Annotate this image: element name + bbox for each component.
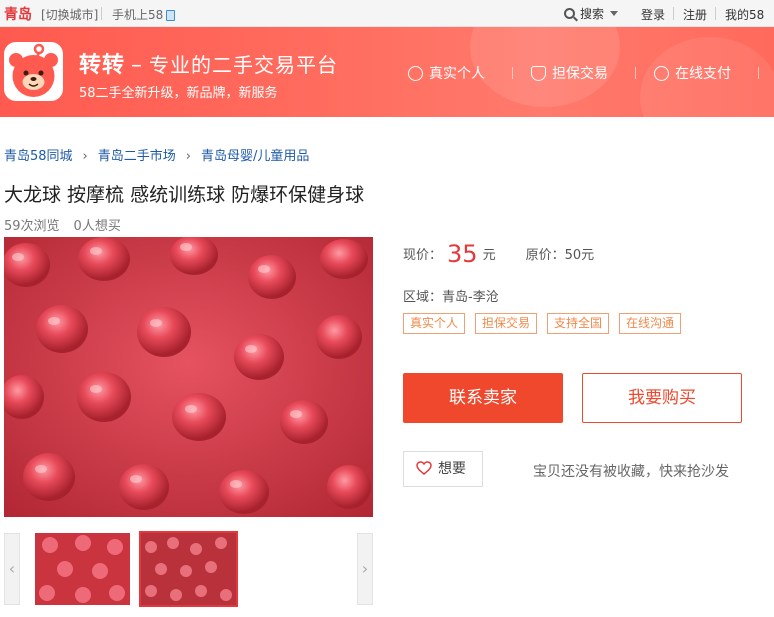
divider [673,7,674,20]
chevron-right-icon: › [185,149,191,164]
login-link[interactable]: 登录 [641,6,665,23]
divider [101,7,102,20]
person-verified-icon [408,66,423,81]
zhuanzhuan-logo[interactable] [4,42,63,101]
thumbnail-selected[interactable] [139,531,238,607]
search-label: 搜索 [580,7,605,21]
contact-seller-button[interactable]: 联系卖家 [403,373,563,423]
register-link[interactable]: 注册 [683,6,707,23]
search-icon [564,8,575,19]
price-row: 现价： 35 元 原价：50元 [403,240,594,268]
tag-nationwide: 支持全国 [547,313,609,334]
brand-headline: 转转 – 专业的二手交易平台 [79,47,338,79]
brand-name: 转转 [79,53,126,78]
price-label: 现价： [403,248,443,263]
feature-online-pay: 在线支付 [654,63,731,83]
divider [758,67,759,79]
zhuanzhuan-banner: 转转 – 专业的二手交易平台 58二手全新升级，新品牌，新服务 真实个人 担保交易 … [0,27,774,117]
want-button[interactable]: 想要 [403,451,483,487]
want-count: 0人想买 [73,219,121,234]
favorite-note: 宝贝还没有被收藏，快来抢沙发 [533,464,729,480]
buy-button[interactable]: 我要购买 [582,373,742,423]
product-main-image[interactable] [4,237,373,517]
divider [635,67,636,79]
brand-dash: – [131,53,144,78]
breadcrumb-item[interactable]: 青岛58同城 [4,149,73,164]
feature-real-person: 真实个人 [408,63,485,83]
tag-online-chat: 在线沟通 [619,313,681,334]
tag-guarantee: 担保交易 [475,313,537,334]
product-title: 大龙球 按摩梳 感统训练球 防爆环保健身球 [4,184,365,206]
yen-icon [654,66,669,81]
divider [715,7,716,20]
brand-tagline: 专业的二手交易平台 [149,53,339,77]
heart-icon [416,461,432,475]
my58-menu[interactable]: 我的58 [725,6,764,23]
want-label: 想要 [438,461,466,477]
chevron-down-icon [610,11,619,16]
feature-label: 真实个人 [429,66,485,82]
current-price: 35 [447,240,478,268]
thumbnail[interactable] [35,533,130,605]
switch-city-link[interactable]: [切换城市] [41,6,98,23]
thumb-prev-button[interactable]: ‹ [4,533,20,605]
feature-guarantee: 担保交易 [531,63,608,83]
feature-label: 担保交易 [552,66,608,82]
breadcrumb: 青岛58同城 › 青岛二手市场 › 青岛母婴/儿童用品 [4,145,309,164]
chevron-right-icon: › [82,149,88,164]
view-count: 59次浏览 [4,219,60,234]
divider [512,67,513,79]
price-unit: 元 [482,248,496,263]
feature-label: 在线支付 [675,66,731,82]
tag-real-person: 真实个人 [403,313,465,334]
region-info: 区域：青岛-李沧 [403,290,499,305]
product-stats: 59次浏览 0人想买 [4,215,135,234]
shield-icon [531,66,546,81]
current-city[interactable]: 青岛 [4,4,32,24]
phone-icon [166,10,176,21]
banner-slogan: 58二手全新升级，新品牌，新服务 [79,86,278,101]
mobile-label: 手机上58 [112,8,164,22]
original-price: 原价：50元 [525,248,595,263]
mobile-link[interactable]: 手机上58 [112,6,176,23]
thumb-next-button[interactable]: › [357,533,373,605]
breadcrumb-item[interactable]: 青岛母婴/儿童用品 [201,149,309,164]
top-bar: 青岛 [切换城市] 手机上58 搜索 登录 注册 我的58 [0,0,774,27]
breadcrumb-item[interactable]: 青岛二手市场 [98,149,176,164]
search-menu[interactable]: 搜索 [564,5,619,22]
